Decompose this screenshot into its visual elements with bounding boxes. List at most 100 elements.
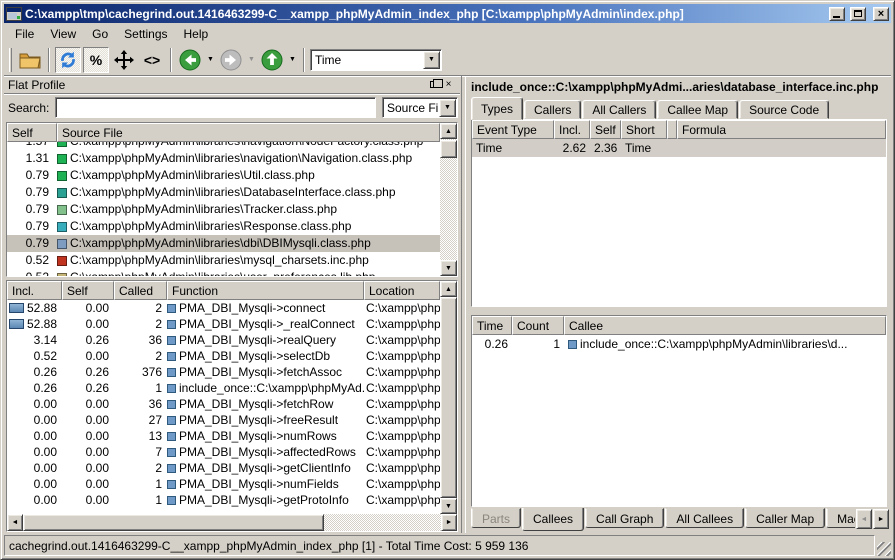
back-button[interactable] (177, 47, 203, 73)
function-icon (167, 384, 176, 393)
up-dropdown-caret[interactable]: ▼ (287, 47, 298, 73)
tab-scroll-right-icon[interactable]: ► (873, 509, 889, 529)
cycle-detection-button[interactable]: <> (139, 47, 165, 73)
tab-callee-map[interactable]: Callee Map (657, 100, 738, 119)
scroll-up-icon[interactable]: ▲ (440, 281, 457, 297)
column-header-short[interactable]: Short (621, 120, 667, 139)
function-row[interactable]: 0.000.0027PMA_DBI_Mysqli->freeResultC:\x… (7, 412, 440, 428)
menu-go[interactable]: Go (85, 25, 115, 43)
open-file-button[interactable] (17, 47, 43, 73)
column-header-self[interactable]: Self (590, 120, 621, 139)
tab-source-code[interactable]: Source Code (739, 100, 829, 119)
function-name: PMA_DBI_Mysqli->fetchAssoc (179, 364, 342, 380)
resize-grip-icon[interactable] (877, 542, 891, 556)
function-row[interactable]: 0.000.001PMA_DBI_Mysqli->getProtoInfoC:\… (7, 492, 440, 508)
column-header-function[interactable]: Function (167, 281, 364, 300)
source-file-row[interactable]: 0.79C:\xampp\phpMyAdmin\libraries\Tracke… (7, 201, 440, 218)
scrollbar-thumb[interactable] (440, 297, 457, 498)
self-cost-value: 0.79 (7, 167, 57, 184)
column-header-incl[interactable]: Incl. (7, 281, 62, 300)
dock-move-button[interactable] (111, 47, 137, 73)
column-header-source-file[interactable]: Source File (57, 123, 440, 142)
scrollbar-thumb[interactable] (23, 514, 324, 531)
source-file-row[interactable]: 0.52C:\xampp\phpMyAdmin\libraries\user_p… (7, 269, 440, 276)
toolbar-grip[interactable] (9, 48, 12, 72)
file-cell: C:\xampp\phpMyAdmin\libraries\user_prefe… (57, 269, 440, 276)
search-input[interactable] (55, 97, 376, 118)
refresh-button[interactable] (55, 47, 81, 73)
menu-file[interactable]: File (8, 25, 41, 43)
scroll-up-icon[interactable]: ▲ (440, 123, 457, 139)
percent-toggle-button[interactable]: % (83, 47, 109, 73)
vertical-scrollbar[interactable]: ▲ ▼ (440, 123, 457, 276)
tab-caller-map[interactable]: Caller Map (745, 508, 825, 528)
column-header-incl[interactable]: Incl. (554, 120, 590, 139)
back-dropdown-caret[interactable]: ▼ (205, 47, 216, 73)
column-header-called[interactable]: Called (114, 281, 167, 300)
called-count-value: 2 (114, 316, 167, 332)
close-button[interactable]: × (873, 7, 889, 21)
menu-help[interactable]: Help (177, 25, 216, 43)
source-file-row[interactable]: 1.57C:\xampp\phpMyAdmin\libraries\naviga… (7, 142, 440, 150)
self-cost-value: 0.00 (62, 460, 114, 476)
function-row[interactable]: 0.000.007PMA_DBI_Mysqli->affectedRowsC:\… (7, 444, 440, 460)
combo-dropdown-icon[interactable]: ▼ (423, 51, 440, 69)
forward-button[interactable] (218, 47, 244, 73)
scroll-down-icon[interactable]: ▼ (440, 498, 457, 514)
function-row[interactable]: 52.880.002PMA_DBI_Mysqli->_realConnectC:… (7, 316, 440, 332)
event-type-row[interactable]: Time2.622.36Time (472, 139, 886, 157)
column-header-location[interactable]: Location (364, 281, 440, 300)
column-header-event-type[interactable]: Event Type (472, 120, 554, 139)
column-header-count[interactable]: Count (512, 316, 564, 335)
source-file-row[interactable]: 0.52C:\xampp\phpMyAdmin\libraries\mysql_… (7, 252, 440, 269)
tab-callers[interactable]: Callers (524, 100, 581, 119)
source-file-row[interactable]: 0.79C:\xampp\phpMyAdmin\libraries\Respon… (7, 218, 440, 235)
combo-dropdown-icon[interactable]: ▼ (439, 99, 456, 117)
menu-settings[interactable]: Settings (117, 25, 174, 43)
column-header-time[interactable]: Time (472, 316, 512, 335)
dock-float-button[interactable] (426, 78, 441, 91)
tab-types[interactable]: Types (471, 97, 523, 120)
panel-splitter[interactable] (461, 76, 466, 533)
menu-view[interactable]: View (43, 25, 83, 43)
column-header-self[interactable]: Self (7, 123, 57, 142)
function-row[interactable]: 52.880.002PMA_DBI_Mysqli->connectC:\xamp… (7, 300, 440, 316)
up-button[interactable] (259, 47, 285, 73)
callee-row[interactable]: 0.261include_once::C:\xampp\phpMyAdmin\l… (472, 335, 886, 353)
tab-callees[interactable]: Callees (522, 508, 584, 531)
detail-splitter[interactable] (469, 308, 889, 314)
function-row[interactable]: 0.520.002PMA_DBI_Mysqli->selectDbC:\xamp… (7, 348, 440, 364)
maximize-button[interactable] (850, 7, 866, 21)
event-type-combobox[interactable]: Time ▼ (310, 49, 440, 71)
column-header-formula[interactable]: Formula (677, 120, 886, 139)
grouping-combobox[interactable]: Source File ▼ (382, 97, 456, 119)
function-row[interactable]: 0.000.002PMA_DBI_Mysqli->getClientInfoC:… (7, 460, 440, 476)
source-file-row[interactable]: 0.79C:\xampp\phpMyAdmin\libraries\Databa… (7, 184, 440, 201)
function-row[interactable]: 0.260.261include_once::C:\xampp\phpMyAd.… (7, 380, 440, 396)
scrollbar-thumb[interactable] (440, 140, 457, 158)
horizontal-scrollbar[interactable]: ◄ ► (7, 514, 457, 531)
self-cost-value: 0.79 (7, 201, 57, 218)
minimize-button[interactable] (829, 7, 845, 21)
function-row[interactable]: 0.000.0036PMA_DBI_Mysqli->fetchRowC:\xam… (7, 396, 440, 412)
column-header-callee[interactable]: Callee (564, 316, 886, 335)
function-row[interactable]: 0.260.26376PMA_DBI_Mysqli->fetchAssocC:\… (7, 364, 440, 380)
scroll-down-icon[interactable]: ▼ (440, 260, 457, 276)
column-header-self[interactable]: Self (62, 281, 114, 300)
function-icon (167, 480, 176, 489)
vertical-scrollbar[interactable]: ▲ ▼ (440, 281, 457, 514)
tab-call-graph[interactable]: Call Graph (585, 508, 664, 528)
tab-all-callers[interactable]: All Callers (582, 100, 656, 119)
function-row[interactable]: 0.000.0013PMA_DBI_Mysqli->numRowsC:\xamp… (7, 428, 440, 444)
source-file-table-header: Self Source File (7, 123, 440, 142)
source-file-row[interactable]: 1.31C:\xampp\phpMyAdmin\libraries\naviga… (7, 150, 440, 167)
function-row[interactable]: 0.000.001PMA_DBI_Mysqli->numFieldsC:\xam… (7, 476, 440, 492)
float-icon (430, 81, 438, 88)
tab-all-callees[interactable]: All Callees (665, 508, 744, 528)
source-file-row[interactable]: 0.79C:\xampp\phpMyAdmin\libraries\dbi\DB… (7, 235, 440, 252)
function-row[interactable]: 3.140.2636PMA_DBI_Mysqli->realQueryC:\xa… (7, 332, 440, 348)
scroll-left-icon[interactable]: ◄ (7, 514, 23, 531)
scroll-right-icon[interactable]: ► (441, 514, 457, 531)
dock-close-button[interactable]: × (441, 78, 456, 91)
source-file-row[interactable]: 0.79C:\xampp\phpMyAdmin\libraries\Util.c… (7, 167, 440, 184)
